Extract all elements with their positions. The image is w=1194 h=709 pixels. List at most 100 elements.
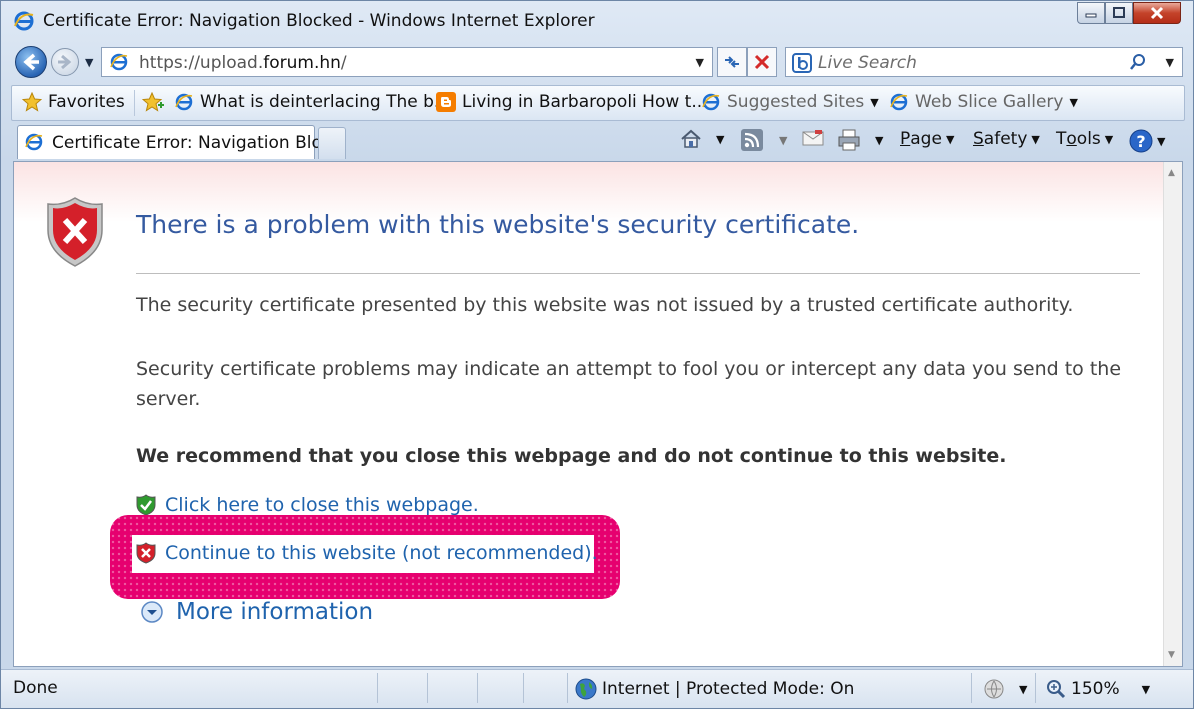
printer-icon bbox=[838, 129, 860, 151]
page-menu-label: age bbox=[910, 129, 942, 149]
safety-menu-button[interactable]: Safety ▼ bbox=[973, 129, 1040, 149]
home-button[interactable]: ▼ bbox=[680, 129, 724, 149]
ie-window: Certificate Error: Navigation Blocked - … bbox=[0, 0, 1194, 709]
minimize-icon bbox=[1085, 13, 1097, 18]
print-button[interactable]: ▼ bbox=[837, 129, 883, 151]
caption-buttons bbox=[1077, 2, 1181, 26]
continue-link-text: Continue to this website (not recommende… bbox=[165, 542, 598, 564]
new-tab-button[interactable] bbox=[318, 127, 346, 159]
expand-down-icon bbox=[141, 601, 163, 623]
close-icon bbox=[1150, 6, 1164, 20]
page-menu-button[interactable]: Page ▼ bbox=[900, 129, 954, 149]
url-prefix: https://upload. bbox=[139, 53, 264, 73]
more-information-toggle[interactable]: More information bbox=[140, 599, 373, 625]
forward-button[interactable] bbox=[51, 48, 79, 76]
address-dropdown-icon[interactable]: ▼ bbox=[696, 56, 704, 69]
web-slice-gallery-button[interactable]: Web Slice Gallery ▼ bbox=[889, 92, 1078, 112]
search-dropdown-icon[interactable]: ▼ bbox=[1166, 56, 1174, 69]
chevron-down-icon[interactable]: ▼ bbox=[779, 134, 787, 147]
favorite-link-barbaropoli[interactable]: Living in Barbaropoli How t... bbox=[436, 92, 708, 112]
back-button[interactable] bbox=[15, 46, 47, 78]
add-favorite-star-icon bbox=[142, 92, 164, 112]
close-window-button[interactable] bbox=[1133, 2, 1181, 24]
safety-menu-accesskey: S bbox=[973, 129, 984, 149]
page-menu-accesskey: P bbox=[900, 129, 911, 149]
stop-button[interactable] bbox=[747, 47, 777, 77]
ie-page-icon bbox=[702, 93, 720, 111]
svg-text:?: ? bbox=[1136, 132, 1145, 151]
explanation-text: The security certificate presented by th… bbox=[136, 294, 1074, 316]
tab-certificate-error[interactable]: Certificate Error: Navigation Blo... bbox=[17, 125, 338, 159]
url-suffix: / bbox=[340, 53, 347, 73]
tools-menu-accesskey: o bbox=[1066, 129, 1077, 149]
search-box[interactable]: Live Search ▼ bbox=[785, 47, 1183, 77]
favorites-bar: Favorites What is deinterlacing The b...… bbox=[11, 85, 1185, 121]
refresh-button[interactable] bbox=[717, 47, 747, 77]
chevron-down-icon: ▼ bbox=[1104, 132, 1114, 146]
chevron-down-icon: ▼ bbox=[945, 132, 955, 146]
window-title: Certificate Error: Navigation Blocked - … bbox=[43, 11, 595, 31]
maximize-button[interactable] bbox=[1105, 2, 1133, 24]
chevron-down-icon[interactable]: ▼ bbox=[875, 134, 883, 147]
separator bbox=[971, 673, 972, 703]
zone-text: Internet | Protected Mode: On bbox=[602, 679, 855, 699]
feeds-button[interactable]: ▼ bbox=[741, 129, 787, 151]
url-text[interactable]: https://upload.forum.hn/ bbox=[139, 53, 347, 73]
red-shield-error-icon bbox=[47, 197, 103, 267]
help-icon: ? bbox=[1129, 129, 1153, 153]
title-bar: Certificate Error: Navigation Blocked - … bbox=[1, 1, 1193, 41]
star-icon bbox=[22, 92, 42, 112]
continue-to-website-link[interactable]: Continue to this website (not recommende… bbox=[136, 542, 598, 564]
red-shield-icon bbox=[136, 542, 156, 564]
tools-menu-label: ols bbox=[1076, 129, 1101, 149]
divider bbox=[136, 273, 1140, 274]
blogger-icon bbox=[436, 92, 456, 112]
error-title: There is a problem with this website's s… bbox=[136, 210, 860, 239]
zoom-button[interactable]: 150% ▼ bbox=[1045, 678, 1150, 700]
live-search-icon bbox=[792, 53, 812, 73]
ie-page-icon bbox=[25, 133, 43, 151]
rss-feed-icon bbox=[741, 129, 763, 151]
zoom-level: 150% bbox=[1071, 679, 1120, 699]
tab-label: Certificate Error: Navigation Blo... bbox=[52, 133, 338, 153]
accessibility-button[interactable]: ▼ bbox=[983, 678, 1027, 700]
recent-pages-dropdown[interactable]: ▼ bbox=[85, 56, 93, 69]
tools-menu-button[interactable]: To ols ▼ bbox=[1056, 129, 1113, 149]
security-zone[interactable]: Internet | Protected Mode: On bbox=[575, 678, 854, 700]
minimize-button[interactable] bbox=[1077, 2, 1105, 24]
refresh-icon bbox=[725, 56, 739, 68]
chevron-down-icon[interactable]: ▼ bbox=[716, 133, 724, 146]
scroll-up-icon[interactable]: ▲ bbox=[1168, 168, 1175, 178]
ie-page-icon bbox=[890, 93, 908, 111]
favorites-button[interactable]: Favorites bbox=[22, 92, 125, 112]
ie-logo-icon bbox=[14, 11, 34, 31]
separator bbox=[567, 673, 568, 703]
tools-menu-label-start: T bbox=[1056, 129, 1067, 149]
chevron-down-icon: ▼ bbox=[870, 95, 879, 109]
forward-arrow-icon bbox=[58, 54, 72, 70]
url-domain: forum.hn bbox=[263, 53, 341, 73]
maximize-icon bbox=[1113, 7, 1125, 18]
separator bbox=[1035, 673, 1036, 703]
green-shield-icon bbox=[136, 494, 156, 516]
search-icon[interactable] bbox=[1128, 52, 1148, 72]
favorite-label: Suggested Sites bbox=[727, 92, 865, 112]
chevron-down-icon: ▼ bbox=[1157, 134, 1166, 148]
address-bar[interactable]: https://upload.forum.hn/ ▼ bbox=[101, 47, 713, 77]
add-to-favorites-bar-button[interactable] bbox=[142, 92, 164, 112]
read-mail-button[interactable] bbox=[802, 129, 824, 147]
chevron-down-icon: ▼ bbox=[1031, 132, 1040, 146]
home-icon bbox=[681, 129, 701, 148]
separator bbox=[523, 673, 524, 703]
vertical-scrollbar[interactable]: ▲ ▼ bbox=[1163, 162, 1182, 666]
separator bbox=[134, 90, 135, 116]
favorite-link-deinterlacing[interactable]: What is deinterlacing The b... bbox=[174, 92, 450, 112]
scroll-down-icon[interactable]: ▼ bbox=[1168, 650, 1175, 660]
ie-page-icon bbox=[175, 93, 193, 111]
help-button[interactable]: ? ▼ bbox=[1129, 129, 1165, 153]
globe-icon bbox=[575, 678, 597, 700]
safety-menu-label: afety bbox=[983, 129, 1028, 149]
favorite-label: What is deinterlacing The b... bbox=[200, 92, 451, 112]
close-webpage-link[interactable]: Click here to close this webpage. bbox=[136, 494, 479, 516]
suggested-sites-button[interactable]: Suggested Sites ▼ bbox=[701, 92, 879, 112]
